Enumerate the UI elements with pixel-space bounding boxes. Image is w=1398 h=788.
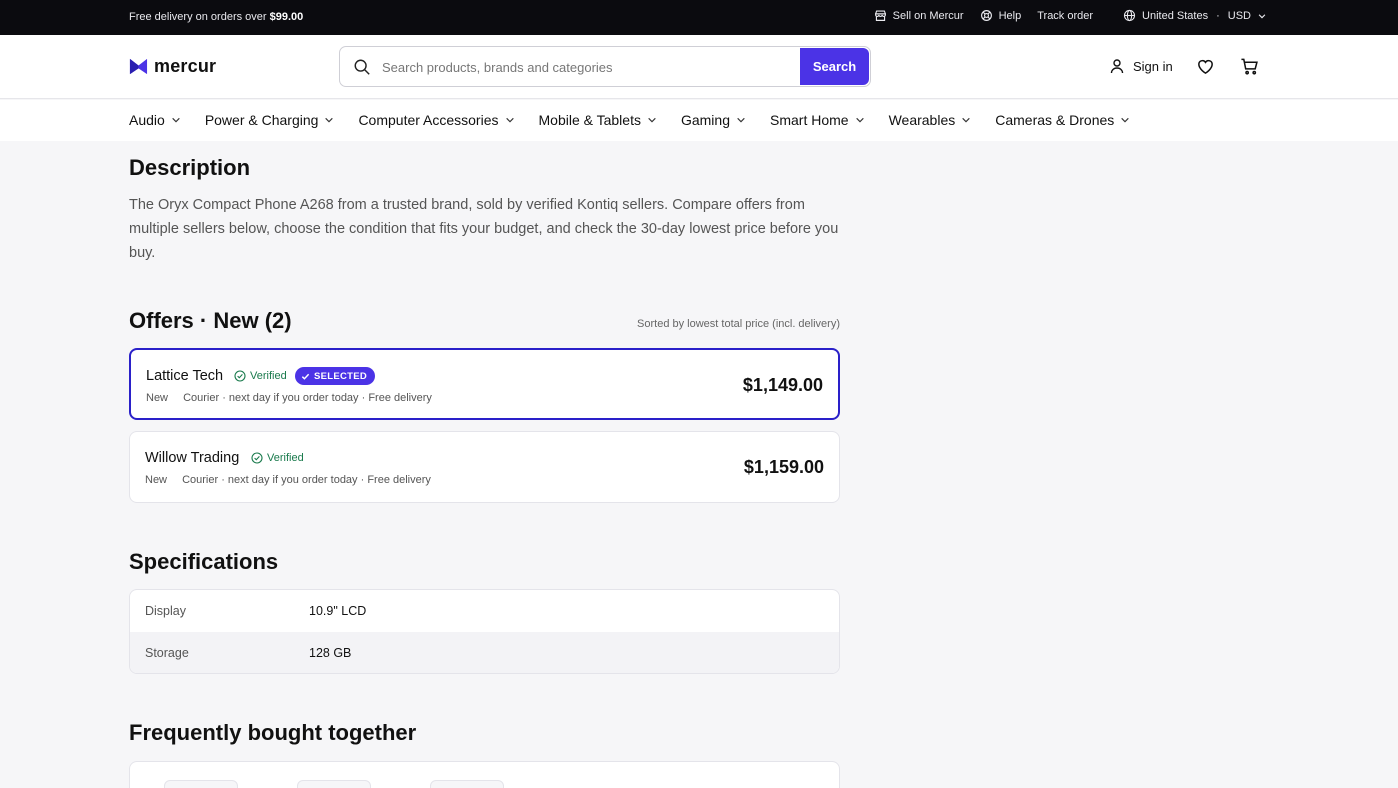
track-order-link[interactable]: Track order — [1037, 10, 1093, 22]
verified-label: Verified — [250, 370, 287, 382]
offer-delivery: Courier · next day if you order today · … — [182, 474, 431, 486]
spec-row-storage: Storage 128 GB — [130, 632, 839, 673]
fbt-product-thumbnail[interactable] — [297, 780, 371, 788]
offer-condition: New — [146, 392, 169, 404]
spec-row-display: Display 10.9" LCD — [130, 590, 839, 632]
description-text: The Oryx Compact Phone A268 from a trust… — [129, 197, 839, 261]
country-label: United States — [1142, 9, 1209, 22]
offers-heading: Offers · New (2) — [129, 308, 292, 333]
nav-item-label: Cameras & Drones — [995, 112, 1115, 128]
chevron-down-icon — [172, 117, 180, 123]
sign-in-link[interactable]: Sign in — [1109, 58, 1173, 74]
offer-price: $1,159.00 — [743, 457, 824, 477]
locale-selector[interactable]: United States · USD — [1123, 9, 1267, 22]
promo-text: Free delivery on orders over — [129, 11, 267, 23]
spec-value: 128 GB — [309, 646, 352, 660]
store-icon — [874, 10, 886, 21]
chevron-down-icon — [505, 117, 514, 123]
nav-item-mobile-tablets[interactable]: Mobile & Tablets — [539, 112, 657, 128]
currency-label: USD — [1227, 9, 1251, 22]
nav-item-smart-home[interactable]: Smart Home — [770, 112, 865, 128]
check-icon — [301, 373, 310, 380]
selected-badge: SELECTED — [295, 367, 376, 385]
nav-item-gaming[interactable]: Gaming — [681, 112, 746, 128]
specifications-heading: Specifications — [129, 549, 279, 574]
free-delivery-promo: Free delivery on orders over $99.00 — [129, 11, 303, 23]
top-announcement-bar: Free delivery on orders over $99.00 Sell… — [0, 0, 1398, 35]
sell-link-label: Sell on Mercur — [892, 9, 964, 22]
category-nav: Audio Power & Charging Computer Accessor… — [0, 100, 1398, 141]
offer-meta: New Courier · next day if you order toda… — [146, 392, 432, 404]
lifebuoy-icon — [980, 10, 992, 21]
nav-item-power-charging[interactable]: Power & Charging — [205, 112, 335, 128]
spec-key: Storage — [145, 646, 189, 660]
promo-amount: $99.00 — [269, 11, 304, 23]
check-circle-icon — [251, 452, 263, 464]
chevron-down-icon — [737, 117, 745, 123]
offer-card-lattice-tech[interactable]: Lattice Tech Verified SELECTED New Couri… — [129, 348, 840, 420]
specifications-table: Display 10.9" LCD Storage 128 GB — [129, 589, 840, 674]
chevron-down-icon — [962, 117, 970, 123]
help-link-label: Help — [998, 9, 1022, 22]
verified-badge: Verified — [234, 370, 287, 382]
selected-label: SELECTED — [314, 370, 368, 382]
nav-item-label: Computer Accessories — [358, 112, 499, 128]
search-bar: Search — [339, 46, 871, 87]
sort-note: Sorted by lowest total price (incl. deli… — [637, 318, 840, 330]
chevron-down-icon — [1121, 117, 1130, 123]
track-order-label: Track order — [1037, 9, 1094, 22]
frequently-bought-card — [129, 761, 840, 788]
offer-meta: New Courier · next day if you order toda… — [145, 474, 431, 486]
cart-icon[interactable] — [1240, 57, 1259, 76]
mercur-logo[interactable]: mercur — [129, 56, 216, 77]
spec-key: Display — [145, 604, 186, 618]
nav-item-label: Gaming — [680, 112, 730, 128]
offer-delivery: Courier · next day if you order today · … — [183, 392, 432, 404]
help-link[interactable]: Help — [980, 9, 1022, 22]
category-list: Audio Power & Charging Computer Accessor… — [129, 112, 1154, 128]
nav-item-label: Audio — [129, 112, 165, 128]
nav-item-audio[interactable]: Audio — [129, 112, 181, 128]
site-header: mercur Search Sign in — [0, 35, 1398, 99]
chevron-down-icon — [325, 117, 334, 123]
spec-value: 10.9" LCD — [309, 604, 367, 618]
fbt-product-thumbnail[interactable] — [430, 780, 504, 788]
brand-name: mercur — [154, 56, 217, 76]
chevron-down-icon — [648, 117, 656, 123]
heart-icon[interactable] — [1196, 57, 1215, 76]
nav-item-wearables[interactable]: Wearables — [889, 112, 972, 128]
user-icon — [1110, 59, 1124, 74]
offer-condition: New — [145, 474, 168, 486]
search-input[interactable] — [382, 56, 822, 78]
nav-item-cameras-drones[interactable]: Cameras & Drones — [995, 112, 1130, 128]
check-circle-icon — [234, 370, 246, 382]
seller-name: Willow Trading — [145, 450, 240, 466]
nav-item-label: Wearables — [888, 112, 956, 128]
sign-in-label: Sign in — [1133, 58, 1173, 74]
nav-item-label: Mobile & Tablets — [538, 112, 641, 128]
nav-item-computer-accessories[interactable]: Computer Accessories — [358, 112, 514, 128]
fbt-product-thumbnail[interactable] — [164, 780, 238, 788]
sell-on-mercur-link[interactable]: Sell on Mercur — [874, 9, 964, 22]
chevron-down-icon — [1258, 13, 1266, 18]
description-heading: Description — [129, 155, 251, 180]
frequently-bought-heading: Frequently bought together — [129, 720, 417, 745]
search-button[interactable]: Search — [800, 48, 869, 85]
verified-label: Verified — [267, 452, 304, 464]
nav-item-label: Power & Charging — [204, 112, 319, 128]
verified-badge: Verified — [251, 452, 304, 464]
nav-item-label: Smart Home — [770, 112, 849, 128]
mercur-logo-icon — [129, 58, 148, 75]
offer-price: $1,149.00 — [742, 375, 823, 395]
topbar-links: Sell on Mercur Help Track order United S… — [874, 9, 1267, 22]
chevron-down-icon — [855, 117, 864, 123]
search-icon — [354, 59, 370, 75]
globe-icon — [1123, 9, 1136, 22]
seller-name: Lattice Tech — [146, 368, 224, 384]
offer-card-willow-trading[interactable]: Willow Trading Verified New Courier · ne… — [129, 431, 840, 503]
